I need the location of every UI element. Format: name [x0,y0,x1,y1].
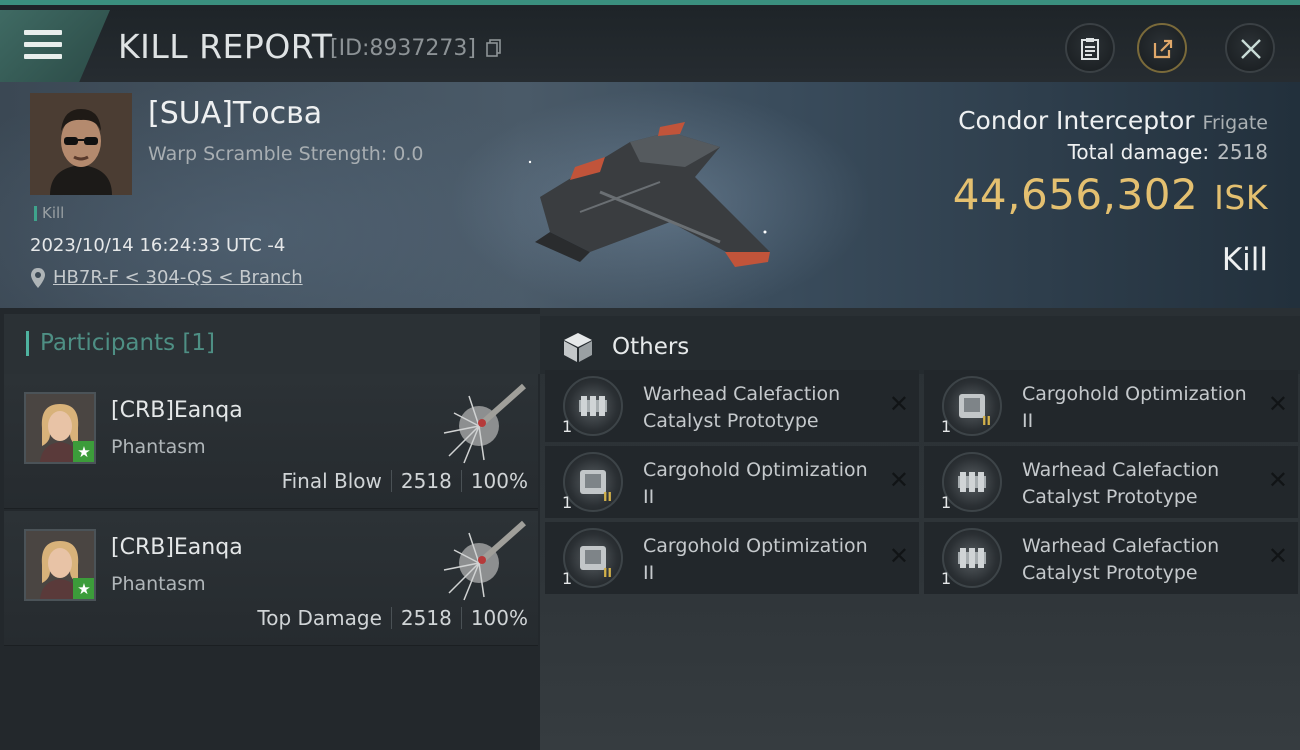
item-cargohold-optimization[interactable]: II 1 Cargohold Optimization II ✕ [924,370,1298,442]
total-damage: Total damage: 2518 [1068,140,1268,164]
participant-card[interactable]: ★ [CRB]Eanqa Phantasm Final Blow 2518 100% [4,374,538,509]
item-warhead-catalyst[interactable]: 1 Warhead Calefaction Catalyst Prototype… [545,370,919,442]
avatar[interactable]: ★ [24,529,96,601]
star-badge-icon: ★ [73,441,94,462]
item-name: Warhead Calefaction Catalyst Prototype [643,383,841,432]
participants-panel: Participants [1] ★ [CRB]Eanqa Phantasm F… [0,308,540,750]
participant-role: Final Blow [281,469,382,493]
participant-stats: Top Damage 2518 100% [257,606,528,630]
victim-name[interactable]: [SUA]Тосва [148,96,322,131]
phantasm-ship-icon [443,383,526,464]
page-title: KILL REPORT [118,27,333,66]
kill-location-link[interactable]: HB7R-F < 304-QS < Branch [53,267,303,288]
item-quantity: 1 [562,417,573,436]
star-badge-icon: ★ [73,578,94,599]
top-bar: KILL REPORT [ID:8937273] [0,0,1300,82]
avatar[interactable]: ★ [24,392,96,464]
others-title: Others [612,334,690,360]
tech-tier-badge: II [603,490,612,504]
clipboard-button[interactable] [1065,23,1115,73]
participant-ship: Phantasm [111,436,206,458]
item-warhead-catalyst[interactable]: 1 Warhead Calefaction Catalyst Prototype… [924,446,1298,518]
item-quantity: 1 [941,569,952,588]
destroyed-x-icon: ✕ [1267,542,1288,570]
tech-tier-badge: II [603,566,612,580]
item-name: Warhead Calefaction Catalyst Prototype [1022,459,1220,508]
item-name: Warhead Calefaction Catalyst Prototype [1022,535,1220,584]
cube-icon [564,333,592,362]
participant-percent: 100% [470,606,528,630]
share-button[interactable] [1137,23,1187,73]
close-button[interactable] [1225,23,1275,73]
item-warhead-catalyst[interactable]: 1 Warhead Calefaction Catalyst Prototype… [924,522,1298,594]
item-quantity: 1 [562,569,573,588]
victim-portrait[interactable] [30,93,132,195]
isk-amount: 44,656,302 [952,170,1199,219]
participant-damage: 2518 [400,606,452,630]
isk-unit: ISK [1214,178,1268,217]
ship-class: Frigate [1202,112,1268,134]
kill-tag: Kill [34,206,64,221]
participant-damage: 2518 [400,469,452,493]
ship-name: Condor Interceptor [958,106,1195,135]
phantasm-ship-icon [443,520,526,601]
item-quantity: 1 [562,493,573,512]
pilot-face-image [30,93,132,195]
copy-icon[interactable] [486,39,502,57]
item-quantity: 1 [941,417,952,436]
location-pin-icon [31,268,45,288]
item-name: Cargohold Optimization II [643,459,868,508]
others-panel: Others 1 Warhead Calefaction Catalyst Pr… [540,308,1300,750]
item-quantity: 1 [941,493,952,512]
participant-ship: Phantasm [111,573,206,595]
item-name: Cargohold Optimization II [643,535,868,584]
close-icon [1241,39,1261,59]
item-name: Cargohold Optimization II [1022,383,1247,432]
ship-render-image [528,122,770,267]
isk-value: 44,656,302 ISK [953,170,1268,219]
destroyed-x-icon: ✕ [888,466,909,494]
total-damage-value: 2518 [1217,140,1268,164]
victim-ship[interactable]: Condor Interceptor Frigate [958,106,1268,135]
participant-role: Top Damage [257,606,382,630]
kill-result: Kill [1221,242,1268,278]
item-cargohold-optimization[interactable]: II 1 Cargohold Optimization II ✕ [545,446,919,518]
destroyed-x-icon: ✕ [1267,466,1288,494]
tech-tier-badge: II [982,414,991,428]
destroyed-x-icon: ✕ [1267,390,1288,418]
participant-stats: Final Blow 2518 100% [282,469,528,493]
participant-card[interactable]: ★ [CRB]Eanqa Phantasm Top Damage 2518 100% [4,511,538,646]
participant-percent: 100% [470,469,528,493]
kill-datetime: 2023/10/14 16:24:33 UTC -4 [30,235,286,256]
header-accent-bar [26,331,29,356]
share-icon [1153,39,1173,59]
menu-button[interactable] [0,10,110,82]
others-header: Others [540,316,1300,374]
victim-summary: [SUA]Тосва Warp Scramble Strength: 0.0 K… [0,82,1300,308]
participants-header[interactable]: Participants [1] [4,314,540,374]
warp-scramble-strength: Warp Scramble Strength: 0.0 [148,143,424,165]
destroyed-x-icon: ✕ [888,542,909,570]
destroyed-x-icon: ✕ [888,390,909,418]
participants-title: Participants [1] [40,330,216,356]
hamburger-menu-icon[interactable] [24,30,62,62]
kill-id: [ID:8937273] [330,36,476,61]
clipboard-icon [1081,38,1099,60]
total-damage-label: Total damage: [1067,140,1210,164]
item-cargohold-optimization[interactable]: II 1 Cargohold Optimization II ✕ [545,522,919,594]
participant-name[interactable]: [CRB]Eanqa [111,398,243,423]
participant-name[interactable]: [CRB]Eanqa [111,535,243,560]
